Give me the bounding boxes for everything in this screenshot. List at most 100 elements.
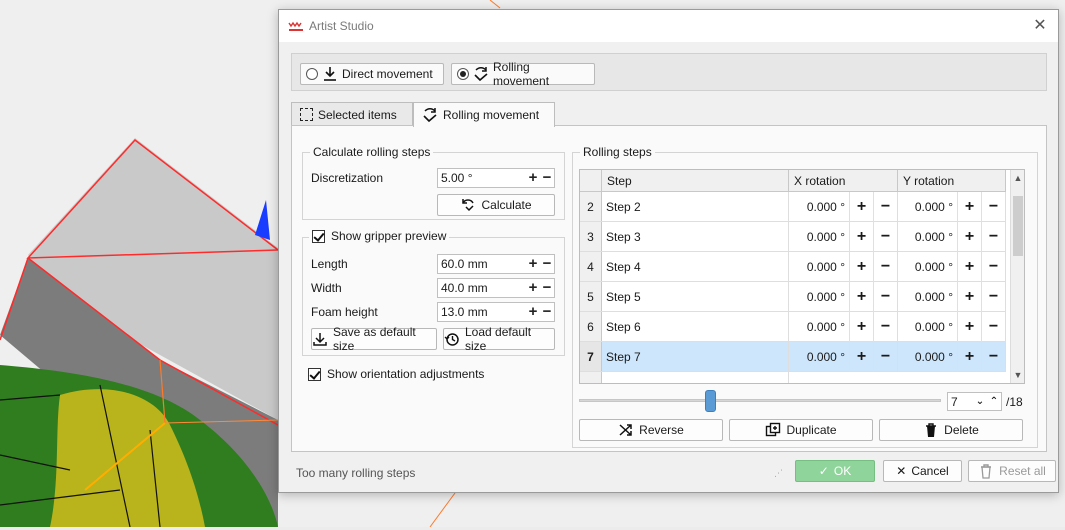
y-rotation-value[interactable]: 0.000 ° [898, 320, 957, 334]
current-step-spinbox[interactable]: 7 ⌄ ⌃ [947, 392, 1002, 411]
x-rotation-value[interactable]: 0.000 ° [789, 230, 849, 244]
decrement-button[interactable]: − [540, 169, 554, 187]
cancel-button[interactable]: ✕ Cancel [883, 460, 962, 482]
x-increment-button[interactable]: + [849, 191, 873, 222]
reverse-button[interactable]: Reverse [579, 419, 723, 441]
step-name-cell[interactable]: Step 2 [602, 192, 789, 221]
column-header-step[interactable]: Step [602, 170, 789, 191]
row-number[interactable]: 4 [580, 252, 602, 281]
y-decrement-button[interactable]: − [981, 341, 1005, 372]
row-number[interactable]: 7 [580, 342, 602, 371]
x-rotation-value[interactable]: 0.000 ° [789, 260, 849, 274]
table-row[interactable]: 3 Step 3 0.000 ° + −0.000 ° + − [580, 221, 1006, 252]
increment-button[interactable]: + [526, 255, 540, 273]
load-default-size-button[interactable]: Load default size [443, 325, 555, 353]
x-rotation-value[interactable]: 0.000 ° [789, 290, 849, 304]
x-increment-button[interactable]: + [849, 311, 873, 342]
y-increment-button[interactable]: + [957, 311, 981, 342]
x-decrement-button[interactable]: − [873, 281, 897, 312]
decrement-button[interactable]: − [540, 255, 554, 273]
show-orientation-adjustments-checkbox[interactable]: Show orientation adjustments [308, 367, 484, 381]
direct-movement-radio[interactable]: Direct movement [300, 63, 444, 85]
y-increment-button[interactable]: + [957, 191, 981, 222]
y-decrement-button[interactable]: − [981, 281, 1005, 312]
row-number[interactable]: 3 [580, 222, 602, 251]
x-increment-button[interactable]: + [849, 251, 873, 282]
y-increment-button[interactable]: + [957, 221, 981, 252]
chevron-down-icon[interactable]: ⌄ [973, 393, 987, 411]
table-row[interactable]: 4 Step 4 0.000 ° + −0.000 ° + − [580, 251, 1006, 282]
discretization-field[interactable]: 5.00 ° + − [437, 168, 555, 188]
total-steps-label: /18 [1006, 395, 1023, 409]
close-icon[interactable]: ✕ [1030, 16, 1050, 36]
step-name-cell[interactable]: Step 4 [602, 252, 789, 281]
y-decrement-button[interactable]: − [981, 311, 1005, 342]
step-slider[interactable] [579, 389, 941, 413]
step-name-cell[interactable]: Step 6 [602, 312, 789, 341]
y-increment-button[interactable]: + [957, 251, 981, 282]
scroll-down-arrow-icon[interactable]: ▼ [1011, 370, 1024, 380]
discretization-label: Discretization [311, 171, 384, 185]
x-increment-button[interactable]: + [849, 221, 873, 252]
table-row[interactable]: 2 Step 2 0.000 ° + −0.000 ° + − [580, 191, 1006, 222]
scroll-up-arrow-icon[interactable]: ▲ [1011, 173, 1024, 183]
rolling-movement-radio[interactable]: Rolling movement [451, 60, 595, 88]
x-decrement-button[interactable]: − [873, 341, 897, 372]
x-increment-button[interactable]: + [849, 341, 873, 372]
column-header-y-rotation[interactable]: Y rotation [898, 170, 1006, 191]
y-rotation-value[interactable]: 0.000 ° [898, 230, 957, 244]
x-rotation-value[interactable]: 0.000 ° [789, 350, 849, 364]
decrement-button[interactable]: − [540, 279, 554, 297]
x-rotation-value[interactable]: 0.000 ° [789, 320, 849, 334]
radio-indicator [306, 68, 318, 80]
length-field[interactable]: 60.0 mm + − [437, 254, 555, 274]
y-rotation-value[interactable]: 0.000 ° [898, 200, 957, 214]
calculate-label: Calculate [481, 198, 532, 212]
x-increment-button[interactable]: + [849, 281, 873, 312]
foam-height-field[interactable]: 13.0 mm + − [437, 302, 555, 322]
increment-button[interactable]: + [526, 279, 540, 297]
show-gripper-preview-checkbox[interactable]: Show gripper preview [309, 229, 450, 243]
y-rotation-value[interactable]: 0.000 ° [898, 290, 957, 304]
decrement-button[interactable]: − [540, 303, 554, 321]
width-field[interactable]: 40.0 mm + − [437, 278, 555, 298]
y-rotation-value[interactable]: 0.000 ° [898, 260, 957, 274]
x-decrement-button[interactable]: − [873, 311, 897, 342]
step-name-cell[interactable]: Step 7 [602, 342, 789, 371]
increment-button[interactable]: + [526, 303, 540, 321]
slider-handle[interactable] [705, 390, 716, 412]
scrollbar-thumb[interactable] [1013, 196, 1023, 256]
x-decrement-button[interactable]: − [873, 221, 897, 252]
chevron-up-icon[interactable]: ⌃ [987, 393, 1001, 411]
calculate-button[interactable]: Calculate [437, 194, 555, 216]
row-number[interactable]: 5 [580, 282, 602, 311]
table-row[interactable]: 6 Step 6 0.000 ° + −0.000 ° + − [580, 311, 1006, 342]
tab-rolling-movement[interactable]: Rolling movement [413, 102, 555, 127]
resize-grip-icon[interactable]: ⋰ [774, 468, 783, 479]
vertical-scrollbar[interactable]: ▲ ▼ [1010, 170, 1024, 383]
table-row[interactable]: 7 Step 7 0.000 ° + −0.000 ° + − [580, 341, 1006, 372]
x-decrement-button[interactable]: − [873, 191, 897, 222]
delete-button[interactable]: Delete [879, 419, 1023, 441]
step-name-cell[interactable]: Step 3 [602, 222, 789, 251]
table-row[interactable]: 5 Step 5 0.000 ° + −0.000 ° + − [580, 281, 1006, 312]
x-decrement-button[interactable]: − [873, 251, 897, 282]
row-number[interactable]: 6 [580, 312, 602, 341]
foam-height-label: Foam height [311, 305, 378, 319]
y-decrement-button[interactable]: − [981, 251, 1005, 282]
tab-selected-items[interactable]: Selected items [291, 102, 413, 126]
y-increment-button[interactable]: + [957, 341, 981, 372]
increment-button[interactable]: + [526, 169, 540, 187]
y-decrement-button[interactable]: − [981, 191, 1005, 222]
row-number[interactable]: 2 [580, 192, 602, 221]
x-rotation-value[interactable]: 0.000 ° [789, 200, 849, 214]
duplicate-button[interactable]: Duplicate [729, 419, 873, 441]
y-decrement-button[interactable]: − [981, 221, 1005, 252]
save-default-size-button[interactable]: Save as default size [311, 325, 437, 353]
y-increment-button[interactable]: + [957, 281, 981, 312]
column-header-x-rotation[interactable]: X rotation [789, 170, 898, 191]
reset-all-button[interactable]: Reset all [968, 460, 1056, 482]
ok-button[interactable]: ✓ OK [795, 460, 875, 482]
y-rotation-value[interactable]: 0.000 ° [898, 350, 957, 364]
step-name-cell[interactable]: Step 5 [602, 282, 789, 311]
